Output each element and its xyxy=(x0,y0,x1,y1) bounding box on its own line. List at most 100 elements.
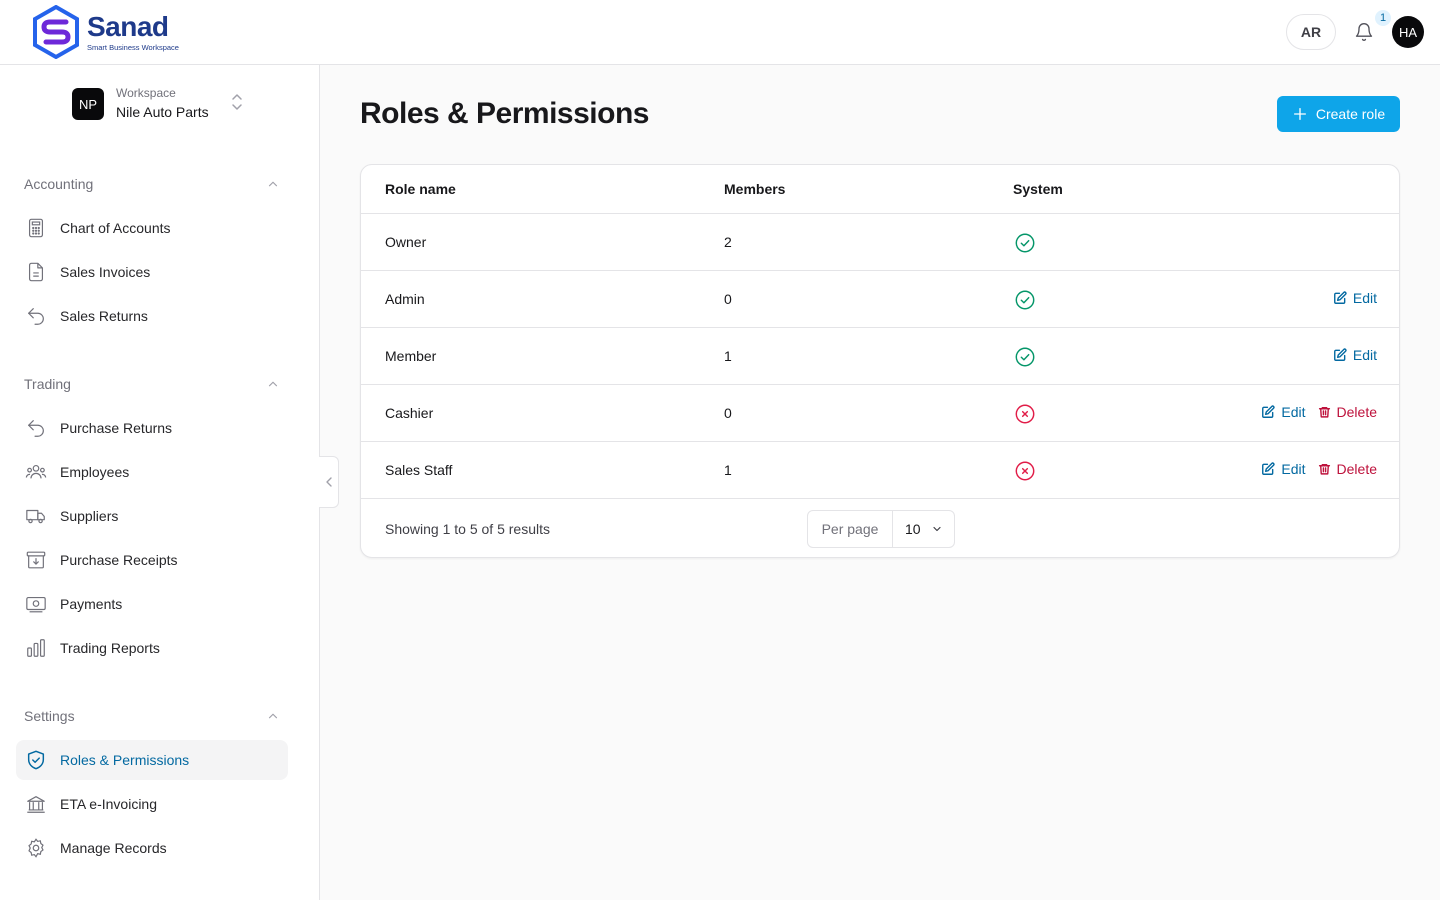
sidebar-item-label: Purchase Receipts xyxy=(60,552,178,568)
create-role-label: Create role xyxy=(1315,106,1386,122)
chevrons-up-down-icon xyxy=(232,94,242,110)
section-header-accounting[interactable]: Accounting xyxy=(24,174,280,194)
table-row: Cashier 0 Edit Delete xyxy=(361,385,1399,442)
column-header-system[interactable]: System xyxy=(1013,181,1063,197)
edit-icon xyxy=(1333,348,1347,361)
chevron-down-icon xyxy=(932,526,941,532)
notification-count-badge: 1 xyxy=(1375,10,1391,26)
roles-table-card: Role name Members System Owner 2 Admin 0… xyxy=(360,164,1400,558)
edit-button[interactable]: Edit xyxy=(1333,347,1377,363)
trash-icon xyxy=(1318,406,1330,418)
chevron-up-icon xyxy=(268,713,278,719)
delete-button[interactable]: Delete xyxy=(1318,461,1377,477)
workspace-label: Workspace xyxy=(116,86,176,100)
table-row: Owner 2 xyxy=(361,214,1399,271)
sidebar-item-sales-invoices[interactable]: Sales Invoices xyxy=(16,252,288,292)
per-page-select[interactable]: Per page 10 xyxy=(807,510,955,548)
row-actions: Edit xyxy=(1333,290,1377,306)
sidebar-item-suppliers[interactable]: Suppliers xyxy=(16,496,288,536)
sidebar-item-label: Suppliers xyxy=(60,508,119,524)
bank-icon xyxy=(24,792,48,816)
workspace-name: Nile Auto Parts xyxy=(116,104,209,120)
sidebar-item-purchase-receipts[interactable]: Purchase Receipts xyxy=(16,540,288,580)
sidebar-item-employees[interactable]: Employees xyxy=(16,452,288,492)
edit-button[interactable]: Edit xyxy=(1261,404,1306,420)
edit-icon xyxy=(1262,462,1275,475)
sidebar-item-roles-permissions[interactable]: Roles & Permissions xyxy=(16,740,288,780)
role-members: 2 xyxy=(724,234,732,250)
edit-label: Edit xyxy=(1352,347,1377,363)
sidebar-item-eta-e-invoicing[interactable]: ETA e-Invoicing xyxy=(16,784,288,824)
pagination-summary: Showing 1 to 5 of 5 results xyxy=(385,521,550,537)
return-arrow-icon xyxy=(24,304,48,328)
sidebar-item-label: Employees xyxy=(60,464,130,480)
role-members: 1 xyxy=(724,462,732,478)
sidebar-item-label: Trading Reports xyxy=(60,640,160,656)
sidebar-item-trading-reports[interactable]: Trading Reports xyxy=(16,628,288,668)
sidebar-collapse-button[interactable] xyxy=(319,456,339,508)
sidebar-item-manage-records[interactable]: Manage Records xyxy=(16,828,288,868)
bell-icon[interactable] xyxy=(1352,20,1376,44)
user-avatar[interactable]: HA xyxy=(1392,16,1424,48)
sidebar: NP Workspace Nile Auto Parts Accounting … xyxy=(0,65,320,900)
create-role-button[interactable]: Create role xyxy=(1277,96,1400,132)
edit-button[interactable]: Edit xyxy=(1333,290,1377,306)
table-row: Admin 0 Edit xyxy=(361,271,1399,328)
users-icon xyxy=(24,460,48,484)
edit-label: Edit xyxy=(1281,404,1306,420)
role-members: 0 xyxy=(724,405,732,421)
role-name: Sales Staff xyxy=(385,462,453,478)
archive-download-icon xyxy=(24,548,48,572)
sidebar-item-chart-of-accounts[interactable]: Chart of Accounts xyxy=(16,208,288,248)
gear-icon xyxy=(24,836,48,860)
delete-label: Delete xyxy=(1336,404,1377,420)
truck-icon xyxy=(24,504,48,528)
top-bar: Sanad Smart Business Workspace AR 1 HA xyxy=(0,0,1440,65)
page-title: Roles & Permissions xyxy=(360,97,649,130)
chevron-up-icon xyxy=(268,381,278,387)
check-circle-icon xyxy=(1015,233,1035,253)
delete-button[interactable]: Delete xyxy=(1318,404,1377,420)
column-header-members[interactable]: Members xyxy=(724,181,785,197)
edit-label: Edit xyxy=(1281,461,1306,477)
role-name: Admin xyxy=(385,291,425,307)
logo-mark-icon xyxy=(33,5,79,59)
brand-name: Sanad xyxy=(87,10,169,42)
trash-icon xyxy=(1318,463,1330,475)
role-name: Owner xyxy=(385,234,427,250)
row-actions: Edit Delete xyxy=(1261,404,1377,420)
section-header-trading[interactable]: Trading xyxy=(24,374,280,394)
table-row: Sales Staff 1 Edit Delete xyxy=(361,442,1399,499)
sidebar-item-label: Sales Invoices xyxy=(60,264,151,280)
chevron-left-icon xyxy=(325,477,332,487)
sidebar-item-purchase-returns[interactable]: Purchase Returns xyxy=(16,408,288,448)
per-page-value-text: 10 xyxy=(905,521,921,537)
sidebar-item-label: Chart of Accounts xyxy=(60,220,171,236)
section-header-settings[interactable]: Settings xyxy=(24,706,280,726)
brand-tagline: Smart Business Workspace xyxy=(87,42,179,52)
section-title: Settings xyxy=(24,708,75,724)
role-name: Member xyxy=(385,348,437,364)
row-actions: Edit xyxy=(1333,347,1377,363)
bar-chart-icon xyxy=(24,636,48,660)
document-icon xyxy=(24,260,48,284)
chevron-up-icon xyxy=(268,181,278,187)
sidebar-item-sales-returns[interactable]: Sales Returns xyxy=(16,296,288,336)
sidebar-item-payments[interactable]: Payments xyxy=(16,584,288,624)
table-row: Member 1 Edit xyxy=(361,328,1399,385)
calculator-icon xyxy=(24,216,48,240)
role-members: 0 xyxy=(724,291,732,307)
row-actions: Edit Delete xyxy=(1261,461,1377,477)
per-page-value[interactable]: 10 xyxy=(893,521,943,537)
edit-icon xyxy=(1262,405,1275,418)
sidebar-item-label: Purchase Returns xyxy=(60,420,173,436)
edit-button[interactable]: Edit xyxy=(1261,461,1306,477)
x-circle-icon xyxy=(1015,404,1035,424)
workspace-switcher[interactable]: NP Workspace Nile Auto Parts xyxy=(72,86,252,122)
brand-logo[interactable]: Sanad Smart Business Workspace xyxy=(32,5,179,59)
column-header-role-name[interactable]: Role name xyxy=(385,181,456,197)
banknote-icon xyxy=(24,592,48,616)
edit-label: Edit xyxy=(1352,290,1377,306)
sidebar-item-label: ETA e-Invoicing xyxy=(60,796,158,812)
language-toggle-button[interactable]: AR xyxy=(1286,14,1336,50)
